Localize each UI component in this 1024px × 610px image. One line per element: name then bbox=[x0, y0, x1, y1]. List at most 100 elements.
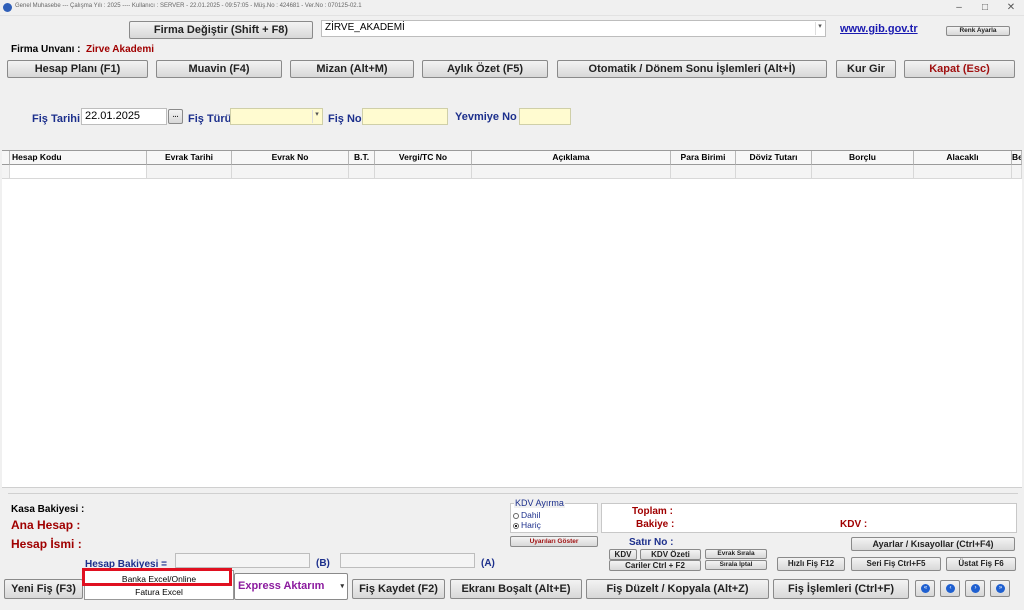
highlight-box bbox=[82, 568, 232, 586]
table-cell[interactable] bbox=[671, 165, 736, 179]
close-icon[interactable]: ✕ bbox=[998, 0, 1024, 16]
column-header[interactable]: Alacaklı bbox=[914, 151, 1012, 165]
column-header[interactable]: B.T. bbox=[349, 151, 375, 165]
table-cell[interactable] bbox=[812, 165, 914, 179]
dahil-radio[interactable]: Dahil bbox=[513, 510, 540, 520]
fis-grid[interactable]: Hesap Kodu Evrak Tarihi Evrak No B.T. Ve… bbox=[2, 150, 1022, 488]
kdv-ayirma-label: KDV Ayırma bbox=[514, 498, 565, 508]
yevmiye-no-input[interactable] bbox=[519, 108, 571, 125]
next-arrow-icon: › bbox=[971, 584, 980, 593]
first-arrow-icon: « bbox=[921, 584, 930, 593]
column-header[interactable]: Açıklama bbox=[472, 151, 671, 165]
title-bar: Genel Muhasebe --- Çalışma Yılı : 2025 -… bbox=[0, 0, 1024, 16]
aylik-ozet-button[interactable]: Aylık Özet (F5) bbox=[422, 60, 548, 78]
table-cell[interactable] bbox=[349, 165, 375, 179]
minimize-icon[interactable]: – bbox=[946, 0, 972, 16]
column-header[interactable]: Be bbox=[1012, 151, 1022, 165]
fis-no-input[interactable] bbox=[362, 108, 448, 125]
hizli-fis-button[interactable]: Hızlı Fiş F12 bbox=[777, 557, 845, 571]
table-cell[interactable] bbox=[914, 165, 1012, 179]
ustat-fis-button[interactable]: Üstat Fiş F6 bbox=[946, 557, 1016, 571]
window-title: Genel Muhasebe --- Çalışma Yılı : 2025 -… bbox=[15, 3, 362, 9]
express-aktarim-dropdown[interactable]: Express Aktarım ▾ bbox=[234, 573, 348, 600]
haric-radio[interactable]: Hariç bbox=[513, 520, 541, 530]
hesap-bakiyesi-b-field bbox=[175, 553, 310, 568]
column-header[interactable]: Borçlu bbox=[812, 151, 914, 165]
express-aktarim-label: Express Aktarım bbox=[238, 580, 325, 592]
bakiye-label: Bakiye : bbox=[636, 519, 675, 530]
firma-select-value: ZİRVE_AKADEMİ bbox=[325, 22, 405, 33]
ana-hesap-label: Ana Hesap : bbox=[11, 518, 81, 532]
haric-label: Hariç bbox=[521, 520, 541, 530]
firma-unvani-label: Firma Unvanı : bbox=[11, 44, 81, 55]
firma-select[interactable]: ZİRVE_AKADEMİ ▾ bbox=[321, 20, 826, 37]
firma-unvani-value: Zirve Akademi bbox=[86, 44, 154, 55]
firma-degistir-button[interactable]: Firma Değiştir (Shift + F8) bbox=[129, 21, 313, 39]
otomatik-islemler-button[interactable]: Otomatik / Dönem Sonu İşlemleri (Alt+İ) bbox=[557, 60, 827, 78]
fis-islemleri-button[interactable]: Fiş İşlemleri (Ctrl+F) bbox=[773, 579, 909, 599]
previous-record-button[interactable]: ‹ bbox=[940, 580, 960, 597]
column-header[interactable]: Vergi/TC No bbox=[375, 151, 472, 165]
app-icon bbox=[3, 3, 12, 12]
uyarilari-goster-button[interactable]: Uyarıları Göster bbox=[510, 536, 598, 547]
kdv-button[interactable]: KDV bbox=[609, 549, 637, 560]
column-header[interactable]: Hesap Kodu bbox=[10, 151, 147, 165]
mizan-button[interactable]: Mizan (Alt+M) bbox=[290, 60, 414, 78]
maximize-icon[interactable]: □ bbox=[972, 0, 998, 16]
divider bbox=[8, 493, 1018, 494]
yevmiye-no-label: Yevmiye No bbox=[455, 111, 517, 123]
table-cell[interactable] bbox=[375, 165, 472, 179]
table-cell[interactable] bbox=[10, 165, 147, 179]
chevron-down-icon[interactable]: ▾ bbox=[312, 110, 321, 123]
column-header[interactable]: Evrak No bbox=[232, 151, 349, 165]
chevron-down-icon[interactable]: ▾ bbox=[340, 574, 344, 599]
seri-fis-button[interactable]: Seri Fiş Ctrl+F5 bbox=[851, 557, 941, 571]
sirala-iptal-button[interactable]: Sırala İptal bbox=[705, 560, 767, 570]
ayarlar-kisayollar-button[interactable]: Ayarlar / Kısayollar (Ctrl+F4) bbox=[851, 537, 1015, 551]
kur-gir-button[interactable]: Kur Gir bbox=[836, 60, 896, 78]
date-picker-button[interactable]: ... bbox=[168, 109, 183, 124]
chevron-down-icon[interactable]: ▾ bbox=[815, 22, 824, 35]
table-cell[interactable] bbox=[232, 165, 349, 179]
kapat-button[interactable]: Kapat (Esc) bbox=[904, 60, 1015, 78]
radio-selected-icon bbox=[513, 522, 519, 529]
fis-tarihi-label: Fiş Tarihi bbox=[32, 113, 81, 125]
kasa-bakiyesi-label: Kasa Bakiyesi : bbox=[11, 504, 85, 515]
cariler-button[interactable]: Cariler Ctrl + F2 bbox=[609, 560, 701, 571]
column-header[interactable]: Döviz Tutarı bbox=[736, 151, 812, 165]
fis-turu-select[interactable]: ▾ bbox=[230, 108, 323, 125]
table-cell[interactable] bbox=[472, 165, 671, 179]
table-cell[interactable] bbox=[736, 165, 812, 179]
kdv-ozeti-button[interactable]: KDV Özeti bbox=[640, 549, 701, 560]
table-cell[interactable] bbox=[147, 165, 232, 179]
muavin-button[interactable]: Muavin (F4) bbox=[156, 60, 282, 78]
column-header[interactable]: Para Birimi bbox=[671, 151, 736, 165]
fis-turu-label: Fiş Türü bbox=[188, 113, 232, 125]
fis-kaydet-button[interactable]: Fiş Kaydet (F2) bbox=[352, 579, 445, 599]
dahil-label: Dahil bbox=[521, 510, 541, 520]
satir-no-label: Satır No : bbox=[629, 537, 674, 548]
column-header[interactable]: Evrak Tarihi bbox=[147, 151, 232, 165]
radio-icon bbox=[513, 512, 519, 519]
hesap-plani-button[interactable]: Hesap Planı (F1) bbox=[7, 60, 148, 78]
table-row[interactable] bbox=[2, 165, 10, 179]
a-label: (A) bbox=[481, 558, 495, 569]
toplam-label: Toplam : bbox=[632, 506, 673, 517]
fis-duzelt-kopyala-button[interactable]: Fiş Düzelt / Kopyala (Alt+Z) bbox=[586, 579, 769, 599]
b-label: (B) bbox=[316, 558, 330, 569]
table-cell[interactable] bbox=[1012, 165, 1022, 179]
first-record-button[interactable]: « bbox=[915, 580, 935, 597]
next-record-button[interactable]: › bbox=[965, 580, 985, 597]
last-arrow-icon: » bbox=[996, 584, 1005, 593]
ekrani-bosalt-button[interactable]: Ekranı Boşalt (Alt+E) bbox=[450, 579, 582, 599]
fis-no-label: Fiş No bbox=[328, 113, 362, 125]
menu-item-fatura-excel[interactable]: Fatura Excel bbox=[85, 586, 233, 599]
evrak-sirala-button[interactable]: Evrak Sırala bbox=[705, 549, 767, 559]
gib-link[interactable]: www.gib.gov.tr bbox=[840, 23, 918, 35]
last-record-button[interactable]: » bbox=[990, 580, 1010, 597]
fis-tarihi-input[interactable]: 22.01.2025 bbox=[81, 108, 167, 125]
yeni-fis-button[interactable]: Yeni Fiş (F3) bbox=[4, 579, 83, 599]
kdv-label: KDV : bbox=[840, 519, 868, 530]
renk-ayarla-button[interactable]: Renk Ayarla bbox=[946, 26, 1010, 36]
previous-arrow-icon: ‹ bbox=[946, 584, 955, 593]
